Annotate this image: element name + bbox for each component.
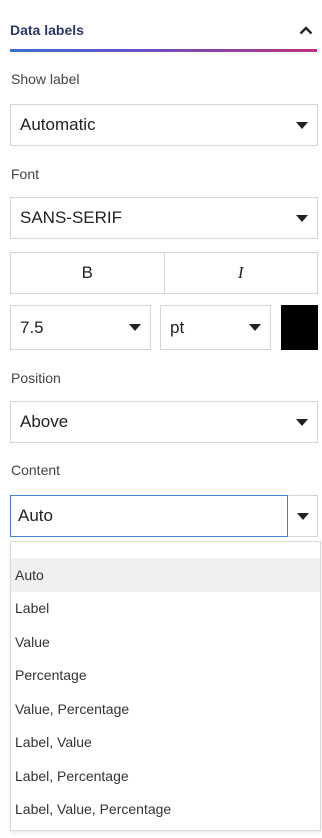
font-size-value: 7.5: [20, 317, 44, 337]
caret-down-icon[interactable]: [288, 495, 318, 537]
font-color-swatch[interactable]: [281, 305, 318, 350]
content-dropdown-list: Auto Label Value Percentage Value, Perce…: [10, 541, 321, 831]
position-label: Position: [11, 370, 61, 386]
caret-down-icon: [296, 214, 308, 222]
dropdown-option[interactable]: Label, Percentage: [11, 759, 320, 793]
font-unit-value: pt: [170, 317, 185, 337]
show-label-label: Show label: [11, 71, 80, 87]
show-label-select[interactable]: Automatic: [10, 104, 318, 146]
show-label-value: Automatic: [20, 115, 96, 134]
header-accent-rule: [10, 49, 317, 52]
caret-down-icon: [249, 324, 261, 331]
dropdown-option[interactable]: Value, Percentage: [11, 692, 320, 726]
content-label: Content: [11, 462, 61, 478]
dropdown-option[interactable]: Value: [11, 625, 320, 659]
font-size-select[interactable]: 7.5: [10, 305, 151, 350]
position-select[interactable]: Above: [10, 401, 318, 443]
caret-down-icon: [296, 418, 308, 426]
section-header[interactable]: Data labels: [0, 0, 322, 52]
position-value: Above: [20, 412, 69, 431]
italic-button[interactable]: I: [165, 253, 318, 293]
caret-down-icon: [129, 324, 141, 331]
dropdown-option[interactable]: Auto: [11, 558, 320, 592]
font-style-toggles: B I: [10, 252, 318, 294]
font-label: Font: [11, 166, 40, 182]
dropdown-option[interactable]: Label, Value: [11, 726, 320, 760]
caret-down-icon: [296, 121, 308, 129]
chevron-up-icon[interactable]: [294, 18, 318, 42]
dropdown-option[interactable]: Label: [11, 592, 320, 626]
content-input[interactable]: Auto: [10, 495, 288, 537]
dropdown-option[interactable]: Label, Value, Percentage: [11, 793, 320, 827]
font-family-value: SANS-SERIF: [20, 208, 123, 227]
data-labels-panel: Data labels Show label Automatic Font SA…: [0, 0, 322, 838]
content-select[interactable]: Auto: [10, 495, 318, 537]
bold-button[interactable]: B: [11, 253, 165, 293]
font-family-select[interactable]: SANS-SERIF: [10, 197, 318, 239]
font-unit-select[interactable]: pt: [160, 305, 271, 350]
dropdown-option[interactable]: Percentage: [11, 659, 320, 693]
section-title: Data labels: [10, 22, 84, 38]
